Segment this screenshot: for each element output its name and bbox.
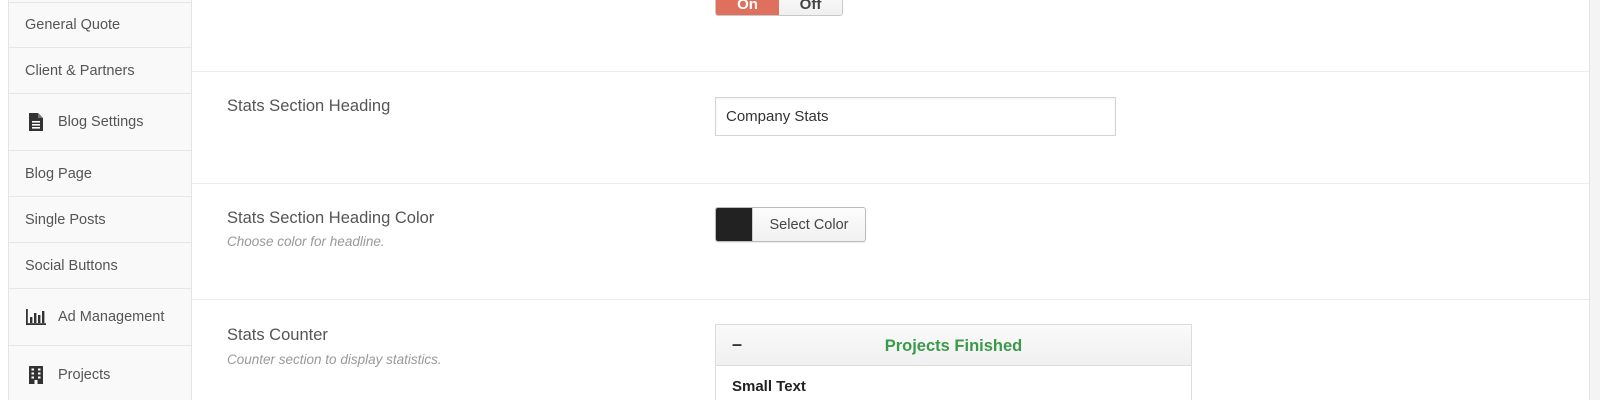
- color-swatch: [716, 208, 752, 241]
- sidebar-item-ad-management[interactable]: Ad Management: [9, 289, 191, 346]
- sidebar-item-blog-settings[interactable]: Blog Settings: [9, 94, 191, 151]
- sidebar-item-label: Single Posts: [25, 211, 106, 228]
- sidebar-item-client-partners[interactable]: Client & Partners: [9, 48, 191, 94]
- option-description: Choose color for headline.: [227, 234, 385, 249]
- sidebar-item-general-quote[interactable]: General Quote: [9, 2, 191, 48]
- sidebar-item-label: Blog Page: [25, 165, 92, 182]
- counter-panel-title: Projects Finished: [884, 337, 1023, 355]
- option-label: Stats Counter: [227, 326, 328, 344]
- switch-on[interactable]: On: [716, 0, 779, 15]
- option-row-stats-heading: Stats Section Heading: [192, 72, 1589, 184]
- options-panel: General Quote Client & Partners Blog Set…: [0, 0, 1600, 400]
- sidebar-item-social-buttons[interactable]: Social Buttons: [9, 243, 191, 289]
- counter-panel: – Projects Finished Small Text: [715, 324, 1192, 400]
- small-text-label: Small Text: [732, 378, 806, 395]
- document-icon: [25, 111, 47, 133]
- option-label: Stats Section Heading Color: [227, 209, 435, 227]
- counter-panel-header[interactable]: – Projects Finished: [716, 325, 1191, 366]
- option-row-stats-counter: Stats Counter Counter section to display…: [192, 300, 1589, 400]
- sidebar-item-label: Projects: [58, 366, 111, 383]
- options-sidebar: General Quote Client & Partners Blog Set…: [8, 0, 192, 400]
- on-off-switch[interactable]: On Off: [715, 0, 843, 16]
- sidebar-item-projects[interactable]: Projects: [9, 346, 191, 400]
- option-row-toggle: On Off: [192, 0, 1589, 72]
- sidebar-item-label: Blog Settings: [58, 114, 144, 130]
- sidebar-item-label: Ad Management: [58, 309, 165, 325]
- sidebar-item-label: General Quote: [25, 17, 121, 33]
- building-icon: [25, 364, 47, 386]
- bar-chart-icon: [25, 306, 47, 328]
- option-label: Stats Section Heading: [227, 97, 391, 115]
- scrollbar[interactable]: [1589, 0, 1600, 400]
- stats-heading-input[interactable]: [715, 97, 1116, 136]
- option-row-heading-color: Stats Section Heading Color Choose color…: [192, 184, 1589, 300]
- sidebar-item-label: Social Buttons: [25, 257, 118, 274]
- sidebar-item-blog-page[interactable]: Blog Page: [9, 151, 191, 197]
- sidebar-item-single-posts[interactable]: Single Posts: [9, 197, 191, 243]
- select-color-label: Select Color: [752, 208, 865, 241]
- select-color-button[interactable]: Select Color: [715, 207, 866, 242]
- options-content: On Off Stats Section Heading Stats Secti…: [192, 0, 1589, 400]
- option-description: Counter section to display statistics.: [227, 352, 442, 367]
- switch-off[interactable]: Off: [779, 0, 842, 15]
- sidebar-item-label: Client & Partners: [25, 62, 135, 79]
